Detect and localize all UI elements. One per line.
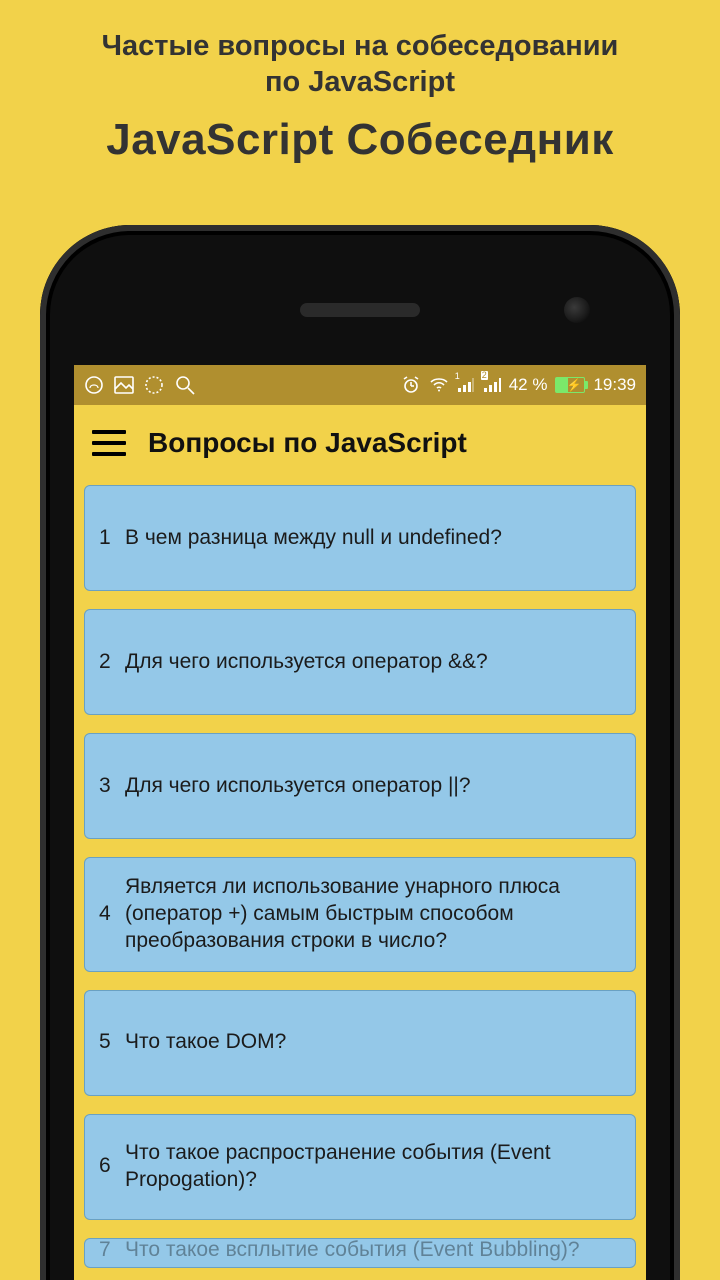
item-number: 7 xyxy=(99,1238,115,1264)
item-text: Для чего используется оператор ||? xyxy=(125,773,621,800)
item-number: 4 xyxy=(99,901,115,928)
battery-percent-text: 42 % xyxy=(509,375,548,395)
item-text: Что такое всплытие события (Event Bubbli… xyxy=(125,1238,621,1264)
list-item[interactable]: 7 Что такое всплытие события (Event Bubb… xyxy=(84,1238,636,1268)
app-bar: Вопросы по JavaScript xyxy=(74,405,646,481)
search-icon xyxy=(174,374,196,396)
phone-screen: 1 2 42 % ⚡ 19:39 Вопросы по JavaScript xyxy=(74,365,646,1280)
imo-app-icon xyxy=(84,375,104,395)
item-text: Что такое DOM? xyxy=(125,1029,621,1056)
page-title: Вопросы по JavaScript xyxy=(148,427,467,459)
list-item[interactable]: 5 Что такое DOM? xyxy=(84,990,636,1096)
list-item[interactable]: 1 В чем разница между null и undefined? xyxy=(84,485,636,591)
marketing-header: Частые вопросы на собеседовании по JavaS… xyxy=(0,0,720,165)
phone-mockup: 1 2 42 % ⚡ 19:39 Вопросы по JavaScript xyxy=(40,225,680,1280)
clock-text: 19:39 xyxy=(593,375,636,395)
circle-dots-icon xyxy=(144,375,164,395)
item-text: Является ли использование унарного плюса… xyxy=(125,874,621,955)
item-text: Для чего используется оператор &&? xyxy=(125,649,621,676)
battery-icon: ⚡ xyxy=(555,377,585,393)
list-item[interactable]: 3 Для чего используется оператор ||? xyxy=(84,733,636,839)
item-number: 6 xyxy=(99,1153,115,1180)
list-item[interactable]: 4 Является ли использование унарного плю… xyxy=(84,857,636,972)
signal-sim2-icon: 2 xyxy=(483,377,501,393)
menu-icon[interactable] xyxy=(92,430,126,456)
alarm-icon xyxy=(401,375,421,395)
phone-camera xyxy=(564,297,590,323)
item-number: 2 xyxy=(99,649,115,676)
signal-sim1-icon: 1 xyxy=(457,377,475,393)
item-number: 1 xyxy=(99,525,115,552)
list-item[interactable]: 2 Для чего используется оператор &&? xyxy=(84,609,636,715)
marketing-title: JavaScript Собеседник xyxy=(0,115,720,165)
marketing-subtitle: Частые вопросы на собеседовании по JavaS… xyxy=(0,28,720,101)
list-item[interactable]: 6 Что такое распространение события (Eve… xyxy=(84,1114,636,1220)
wifi-icon xyxy=(429,377,449,393)
questions-list[interactable]: 1 В чем разница между null и undefined? … xyxy=(74,481,646,1268)
status-bar: 1 2 42 % ⚡ 19:39 xyxy=(74,365,646,405)
item-text: Что такое распространение события (Event… xyxy=(125,1140,621,1194)
item-number: 5 xyxy=(99,1029,115,1056)
phone-earpiece xyxy=(300,303,420,317)
item-number: 3 xyxy=(99,773,115,800)
item-text: В чем разница между null и undefined? xyxy=(125,525,621,552)
image-icon xyxy=(114,376,134,394)
